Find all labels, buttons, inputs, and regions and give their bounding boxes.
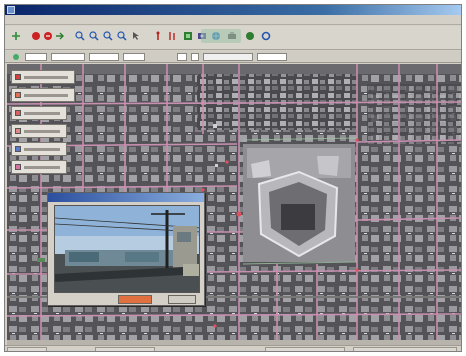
status-cell [7,347,47,351]
menu-item[interactable] [23,17,35,23]
zoom-extent-icon[interactable] [103,31,113,41]
select-icon[interactable] [131,31,141,41]
status-cell [95,347,155,351]
coordinate-field[interactable] [89,53,119,61]
layer-color-swatch [15,146,21,152]
map-view[interactable] [7,64,461,345]
status-cell [353,347,457,351]
layer-label-placeholder [24,93,68,97]
stop-alt-icon[interactable] [43,31,53,41]
status-cell [265,347,345,351]
measure-icon[interactable] [167,31,177,41]
layer-label-placeholder [24,75,68,79]
layer-color-swatch [15,74,21,80]
option-field[interactable] [191,53,199,61]
zoom-in-icon[interactable] [75,31,85,41]
stop-icon[interactable] [31,31,41,41]
layer-label-placeholder [24,111,60,115]
layer-toggle-button[interactable] [11,160,67,174]
status-indicator-icon [13,54,19,60]
photo-viewer-titlebar[interactable] [48,193,204,202]
status-bar [5,345,461,351]
menu-item[interactable] [79,17,91,23]
street-photo [54,205,200,293]
gis-app-window [4,4,462,352]
option-field[interactable] [177,53,187,61]
title-bar [5,5,461,15]
menu-item[interactable] [37,17,49,23]
layer-color-swatch [15,110,21,116]
identify-icon[interactable] [153,31,163,41]
layer-toggle-button[interactable] [11,106,67,120]
main-toolbar [5,26,461,50]
settings-icon[interactable] [261,31,271,41]
pan-icon[interactable] [11,31,21,41]
layer-color-swatch [15,164,21,170]
layer-toggle-button[interactable] [11,70,75,84]
zoom-select[interactable] [257,53,287,61]
forward-icon[interactable] [55,31,65,41]
menu-item[interactable] [9,17,21,23]
help-icon[interactable] [245,31,255,41]
secondary-toolbar [5,51,461,63]
layer-toggle-button[interactable] [11,142,67,156]
photo-viewer-window[interactable] [47,192,205,306]
layer-select[interactable] [123,53,145,61]
layer-label-placeholder [24,147,60,151]
layer-label-placeholder [24,129,60,133]
search-input[interactable] [203,53,253,61]
zoom-out-icon[interactable] [89,31,99,41]
close-photo-button[interactable] [168,295,196,304]
scale-field[interactable] [25,53,47,61]
open-photo-button[interactable] [118,295,152,304]
layer-color-swatch [15,128,21,134]
app-logo-icon [7,6,15,14]
layer-color-swatch [15,92,21,98]
coordinate-field[interactable] [51,53,85,61]
layers-icon[interactable] [183,31,193,41]
zoom-window-icon[interactable] [117,31,127,41]
menu-item[interactable] [65,17,77,23]
active-tool-highlight [201,29,241,43]
layer-toggle-button[interactable] [11,88,75,102]
menu-item[interactable] [51,17,63,23]
layer-toggle-button[interactable] [11,124,67,138]
layer-label-placeholder [24,165,60,169]
menu-bar [5,15,461,25]
